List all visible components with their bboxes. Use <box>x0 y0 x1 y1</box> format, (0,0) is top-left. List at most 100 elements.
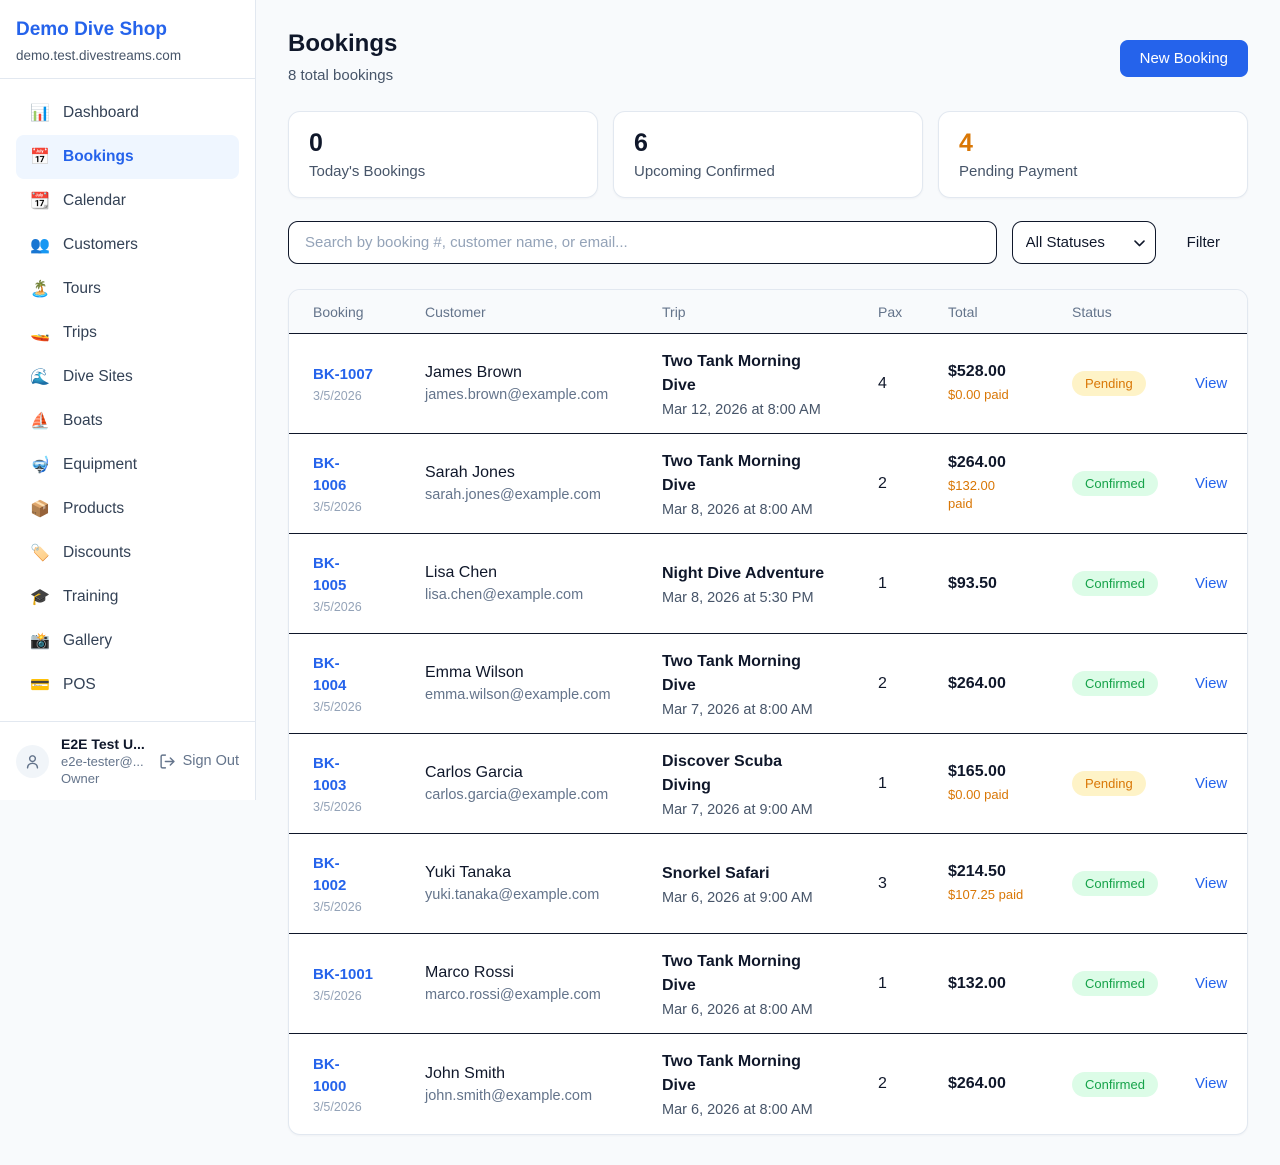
column-header-customer: Customer <box>425 304 662 320</box>
trip-datetime: Mar 8, 2026 at 5:30 PM <box>662 590 878 606</box>
trip-name: Discover Scuba Diving <box>662 750 834 798</box>
sidebar-item-label: Tours <box>63 280 101 298</box>
page-subtitle: 8 total bookings <box>288 67 397 84</box>
sidebar-item-bookings[interactable]: 📅 Bookings <box>16 135 239 179</box>
customer-name: Marco Rossi <box>425 964 662 982</box>
view-link[interactable]: View <box>1195 675 1227 692</box>
sidebar-item-pos[interactable]: 💳 POS <box>16 663 239 707</box>
graduation-cap-icon: 🎓 <box>30 587 50 607</box>
trip-datetime: Mar 8, 2026 at 8:00 AM <box>662 502 878 518</box>
sidebar-item-products[interactable]: 📦 Products <box>16 487 239 531</box>
sidebar-item-discounts[interactable]: 🏷️ Discounts <box>16 531 239 575</box>
trip-name: Two Tank Morning Dive <box>662 650 834 698</box>
view-link[interactable]: View <box>1195 875 1227 892</box>
view-link[interactable]: View <box>1195 375 1227 392</box>
total-amount: $528.00 <box>948 363 1072 381</box>
view-link[interactable]: View <box>1195 775 1227 792</box>
total-amount: $132.00 <box>948 975 1072 993</box>
column-header-pax: Pax <box>878 304 948 320</box>
trip-datetime: Mar 6, 2026 at 9:00 AM <box>662 890 878 906</box>
customer-email: carlos.garcia@example.com <box>425 787 662 803</box>
status-select-wrap: All Statuses <box>1012 221 1156 264</box>
trip-datetime: Mar 7, 2026 at 9:00 AM <box>662 802 878 818</box>
table-row: BK-1007 3/5/2026 James Brown james.brown… <box>289 334 1247 434</box>
total-amount: $264.00 <box>948 454 1072 472</box>
booking-number-link[interactable]: BK- 1004 <box>313 653 346 697</box>
logout-icon <box>159 753 176 770</box>
total-amount: $264.00 <box>948 675 1072 693</box>
booking-number-link[interactable]: BK- 1003 <box>313 753 346 797</box>
trip-name: Two Tank Morning Dive <box>662 350 834 398</box>
sidebar-item-equipment[interactable]: 🤿 Equipment <box>16 443 239 487</box>
booking-date: 3/5/2026 <box>313 700 425 714</box>
status-select[interactable]: All Statuses <box>1012 221 1156 264</box>
people-icon: 👥 <box>30 235 50 255</box>
view-link[interactable]: View <box>1195 975 1227 992</box>
status-badge: Pending <box>1072 771 1146 796</box>
trip-name: Two Tank Morning Dive <box>662 1050 834 1098</box>
new-booking-button[interactable]: New Booking <box>1120 40 1248 77</box>
sidebar-item-customers[interactable]: 👥 Customers <box>16 223 239 267</box>
stat-value: 0 <box>309 129 577 158</box>
customer-name: John Smith <box>425 1065 662 1083</box>
sidebar-item-dashboard[interactable]: 📊 Dashboard <box>16 91 239 135</box>
sidebar-item-label: Equipment <box>63 456 137 474</box>
sidebar-item-trips[interactable]: 🚤 Trips <box>16 311 239 355</box>
tag-icon: 🏷️ <box>30 543 50 563</box>
speedboat-icon: 🚤 <box>30 323 50 343</box>
customer-email: sarah.jones@example.com <box>425 487 662 503</box>
stat-label: Pending Payment <box>959 163 1227 180</box>
sidebar-item-gallery[interactable]: 📸 Gallery <box>16 619 239 663</box>
search-input[interactable] <box>288 221 997 264</box>
trip-name: Night Dive Adventure <box>662 562 834 586</box>
brand-block: Demo Dive Shop demo.test.divestreams.com <box>0 0 255 79</box>
user-info: E2E Test U... e2e-tester@... Owner <box>61 736 147 786</box>
booking-number-link[interactable]: BK-1007 <box>313 364 373 386</box>
sidebar-item-label: Products <box>63 500 124 518</box>
stat-label: Upcoming Confirmed <box>634 163 902 180</box>
wave-icon: 🌊 <box>30 367 50 387</box>
sidebar-item-boats[interactable]: ⛵ Boats <box>16 399 239 443</box>
sidebar-item-label: POS <box>63 676 96 694</box>
sidebar-item-tours[interactable]: 🏝️ Tours <box>16 267 239 311</box>
booking-date: 3/5/2026 <box>313 900 425 914</box>
trip-name: Two Tank Morning Dive <box>662 450 834 498</box>
booking-number-link[interactable]: BK- 1002 <box>313 853 346 897</box>
sidebar-item-training[interactable]: 🎓 Training <box>16 575 239 619</box>
booking-number-link[interactable]: BK- 1006 <box>313 453 346 497</box>
pax-count: 1 <box>878 975 948 993</box>
table-row: BK- 1004 3/5/2026 Emma Wilson emma.wilso… <box>289 634 1247 734</box>
sidebar-item-label: Gallery <box>63 632 112 650</box>
brand-domain: demo.test.divestreams.com <box>16 48 239 63</box>
sidebar-item-label: Calendar <box>63 192 126 210</box>
customer-email: emma.wilson@example.com <box>425 687 662 703</box>
booking-number-link[interactable]: BK- 1000 <box>313 1054 346 1098</box>
sidebar-item-calendar[interactable]: 📆 Calendar <box>16 179 239 223</box>
page-title: Bookings <box>288 30 397 58</box>
status-badge: Confirmed <box>1072 571 1158 596</box>
view-link[interactable]: View <box>1195 575 1227 592</box>
booking-date: 3/5/2026 <box>313 1100 425 1114</box>
pax-count: 4 <box>878 375 948 393</box>
booking-number-link[interactable]: BK-1001 <box>313 964 373 986</box>
pax-count: 1 <box>878 775 948 793</box>
sidebar-item-label: Dive Sites <box>63 368 133 386</box>
sidebar-item-dive-sites[interactable]: 🌊 Dive Sites <box>16 355 239 399</box>
user-email: e2e-tester@... <box>61 754 147 769</box>
table-row: BK- 1000 3/5/2026 John Smith john.smith@… <box>289 1034 1247 1134</box>
view-link[interactable]: View <box>1195 1075 1227 1092</box>
sidebar-item-label: Discounts <box>63 544 131 562</box>
pax-count: 1 <box>878 575 948 593</box>
customer-name: James Brown <box>425 364 662 382</box>
sign-out-button[interactable]: Sign Out <box>159 753 239 770</box>
bar-chart-icon: 📊 <box>30 103 50 123</box>
dive-mask-icon: 🤿 <box>30 455 50 475</box>
booking-number-link[interactable]: BK- 1005 <box>313 553 346 597</box>
status-badge: Confirmed <box>1072 971 1158 996</box>
filter-button[interactable]: Filter <box>1187 234 1220 251</box>
stat-card-pending-payment: 4 Pending Payment <box>938 111 1248 198</box>
view-link[interactable]: View <box>1195 475 1227 492</box>
total-amount: $93.50 <box>948 575 1072 593</box>
pax-count: 2 <box>878 1075 948 1093</box>
stat-value: 6 <box>634 129 902 158</box>
